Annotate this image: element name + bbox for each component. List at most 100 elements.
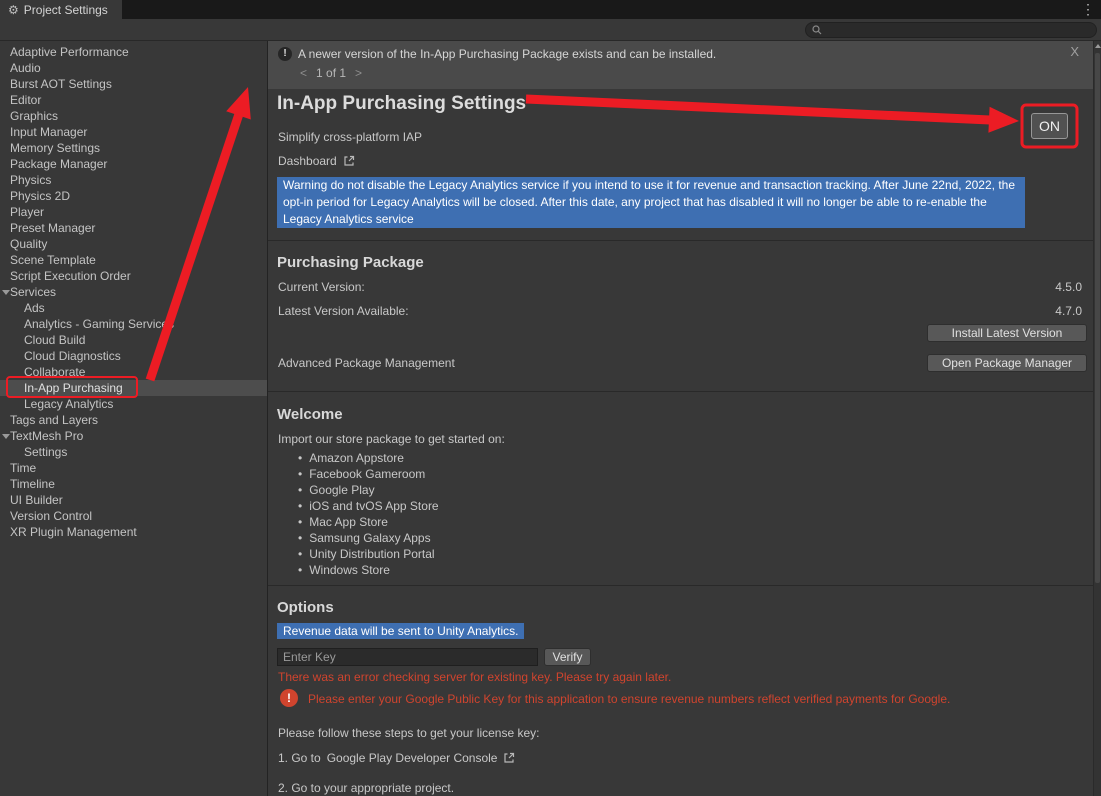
current-version-label: Current Version: — [278, 279, 365, 295]
store-name: Google Play — [309, 482, 374, 498]
store-list-item: • Amazon Appstore — [298, 450, 404, 466]
store-name: Windows Store — [309, 562, 390, 578]
sidebar-item-analytics-gaming-services[interactable]: Analytics - Gaming Services — [0, 316, 267, 332]
sidebar-item-memory-settings[interactable]: Memory Settings — [0, 140, 267, 156]
scroll-up-icon[interactable] — [1095, 44, 1101, 48]
kebab-menu-icon[interactable]: ⋮ — [1081, 1, 1095, 18]
page-indicator: 1 of 1 — [316, 66, 346, 80]
sidebar-item-cloud-diagnostics[interactable]: Cloud Diagnostics — [0, 348, 267, 364]
dashboard-link-label: Dashboard — [278, 153, 337, 169]
sidebar-item-preset-manager[interactable]: Preset Manager — [0, 220, 267, 236]
simplify-iap-label: Simplify cross-platform IAP — [278, 129, 422, 145]
external-link-icon[interactable] — [503, 752, 515, 764]
install-latest-version-button[interactable]: Install Latest Version — [927, 324, 1087, 342]
store-name: Amazon Appstore — [309, 450, 404, 466]
sidebar-item-audio[interactable]: Audio — [0, 60, 267, 76]
sidebar-item-cloud-build[interactable]: Cloud Build — [0, 332, 267, 348]
sidebar-item-collaborate[interactable]: Collaborate — [0, 364, 267, 380]
store-list-item: • Windows Store — [298, 562, 390, 578]
sidebar-item-burst-aot-settings[interactable]: Burst AOT Settings — [0, 76, 267, 92]
sidebar-item-timeline[interactable]: Timeline — [0, 476, 267, 492]
foldout-arrow-icon[interactable] — [2, 290, 10, 295]
bullet-icon: • — [298, 514, 302, 530]
google-play-console-link[interactable]: Google Play Developer Console — [327, 750, 498, 766]
divider — [268, 240, 1093, 241]
sidebar-item-player[interactable]: Player — [0, 204, 267, 220]
foldout-arrow-icon[interactable] — [2, 434, 10, 439]
divider — [268, 391, 1093, 392]
step-2: 2. Go to your appropriate project. — [278, 780, 454, 796]
sidebar-item-adaptive-performance[interactable]: Adaptive Performance — [0, 44, 267, 60]
notification-banner: ! A newer version of the In-App Purchasi… — [268, 41, 1093, 89]
sidebar-item-physics-2d[interactable]: Physics 2D — [0, 188, 267, 204]
sidebar-item-label: Services — [10, 285, 56, 299]
bullet-icon: • — [298, 562, 302, 578]
sidebar-item-editor[interactable]: Editor — [0, 92, 267, 108]
store-list-item: • Mac App Store — [298, 514, 388, 530]
store-name: Samsung Galaxy Apps — [309, 530, 430, 546]
search-input[interactable] — [826, 24, 1090, 36]
sidebar-item-label: TextMesh Pro — [10, 429, 83, 443]
next-page-arrow[interactable]: > — [355, 66, 362, 80]
sidebar-item-quality[interactable]: Quality — [0, 236, 267, 252]
sidebar-item-scene-template[interactable]: Scene Template — [0, 252, 267, 268]
latest-version-value: 4.7.0 — [1055, 303, 1082, 319]
store-list-item: • Google Play — [298, 482, 375, 498]
sidebar-item-textmesh-pro[interactable]: TextMesh Pro — [0, 428, 267, 444]
sidebar-item-time[interactable]: Time — [0, 460, 267, 476]
close-icon[interactable]: X — [1070, 44, 1079, 59]
server-error-text: There was an error checking server for e… — [278, 669, 671, 685]
sidebar-item-physics[interactable]: Physics — [0, 172, 267, 188]
steps-intro: Please follow these steps to get your li… — [278, 725, 539, 741]
notification-message: A newer version of the In-App Purchasing… — [298, 47, 716, 61]
bullet-icon: • — [298, 498, 302, 514]
section-title-purchasing-package: Purchasing Package — [277, 254, 424, 271]
google-key-error-text: Please enter your Google Public Key for … — [308, 691, 950, 707]
tab-project-settings[interactable]: ⚙ Project Settings — [0, 0, 122, 19]
sidebar-item-textmesh-settings[interactable]: Settings — [0, 444, 267, 460]
sidebar-item-version-control[interactable]: Version Control — [0, 508, 267, 524]
bullet-icon: • — [298, 450, 302, 466]
open-package-manager-button[interactable]: Open Package Manager — [927, 354, 1087, 372]
sidebar-item-input-manager[interactable]: Input Manager — [0, 124, 267, 140]
dashboard-link[interactable]: Dashboard — [278, 153, 355, 169]
service-toggle-on-button[interactable]: ON — [1031, 113, 1068, 139]
scrollbar-thumb[interactable] — [1095, 53, 1100, 583]
welcome-intro: Import our store package to get started … — [278, 431, 505, 447]
sidebar-item-legacy-analytics[interactable]: Legacy Analytics — [0, 396, 267, 412]
key-input[interactable] — [277, 648, 538, 666]
store-list-item: • iOS and tvOS App Store — [298, 498, 439, 514]
section-title-options: Options — [277, 599, 334, 616]
current-version-value: 4.5.0 — [1055, 279, 1082, 295]
analytics-note: Revenue data will be sent to Unity Analy… — [277, 623, 524, 639]
sidebar-item-services[interactable]: Services — [0, 284, 267, 300]
prev-page-arrow[interactable]: < — [300, 66, 307, 80]
content-panel: ! A newer version of the In-App Purchasi… — [267, 41, 1093, 796]
search-icon — [812, 25, 822, 35]
store-name: iOS and tvOS App Store — [309, 498, 438, 514]
store-list-item: • Facebook Gameroom — [298, 466, 425, 482]
store-name: Unity Distribution Portal — [309, 546, 434, 562]
info-icon: ! — [278, 47, 292, 61]
sidebar-item-in-app-purchasing[interactable]: In-App Purchasing — [0, 380, 267, 396]
sidebar-item-graphics[interactable]: Graphics — [0, 108, 267, 124]
gear-icon: ⚙ — [8, 4, 19, 16]
step-1: 1. Go to Google Play Developer Console — [278, 750, 515, 766]
scrollbar[interactable] — [1093, 41, 1101, 796]
sidebar-item-xr-plugin-management[interactable]: XR Plugin Management — [0, 524, 267, 540]
search-box[interactable] — [805, 22, 1097, 38]
sidebar-item-package-manager[interactable]: Package Manager — [0, 156, 267, 172]
store-name: Mac App Store — [309, 514, 388, 530]
bullet-icon: • — [298, 482, 302, 498]
settings-sidebar: Adaptive Performance Audio Burst AOT Set… — [0, 41, 267, 796]
tab-title: Project Settings — [24, 3, 108, 17]
bullet-icon: • — [298, 466, 302, 482]
error-icon: ! — [280, 689, 298, 707]
sidebar-item-ads[interactable]: Ads — [0, 300, 267, 316]
sidebar-item-tags-and-layers[interactable]: Tags and Layers — [0, 412, 267, 428]
sidebar-item-script-execution-order[interactable]: Script Execution Order — [0, 268, 267, 284]
verify-button[interactable]: Verify — [544, 648, 591, 666]
sidebar-item-ui-builder[interactable]: UI Builder — [0, 492, 267, 508]
store-name: Facebook Gameroom — [309, 466, 425, 482]
bullet-icon: • — [298, 530, 302, 546]
